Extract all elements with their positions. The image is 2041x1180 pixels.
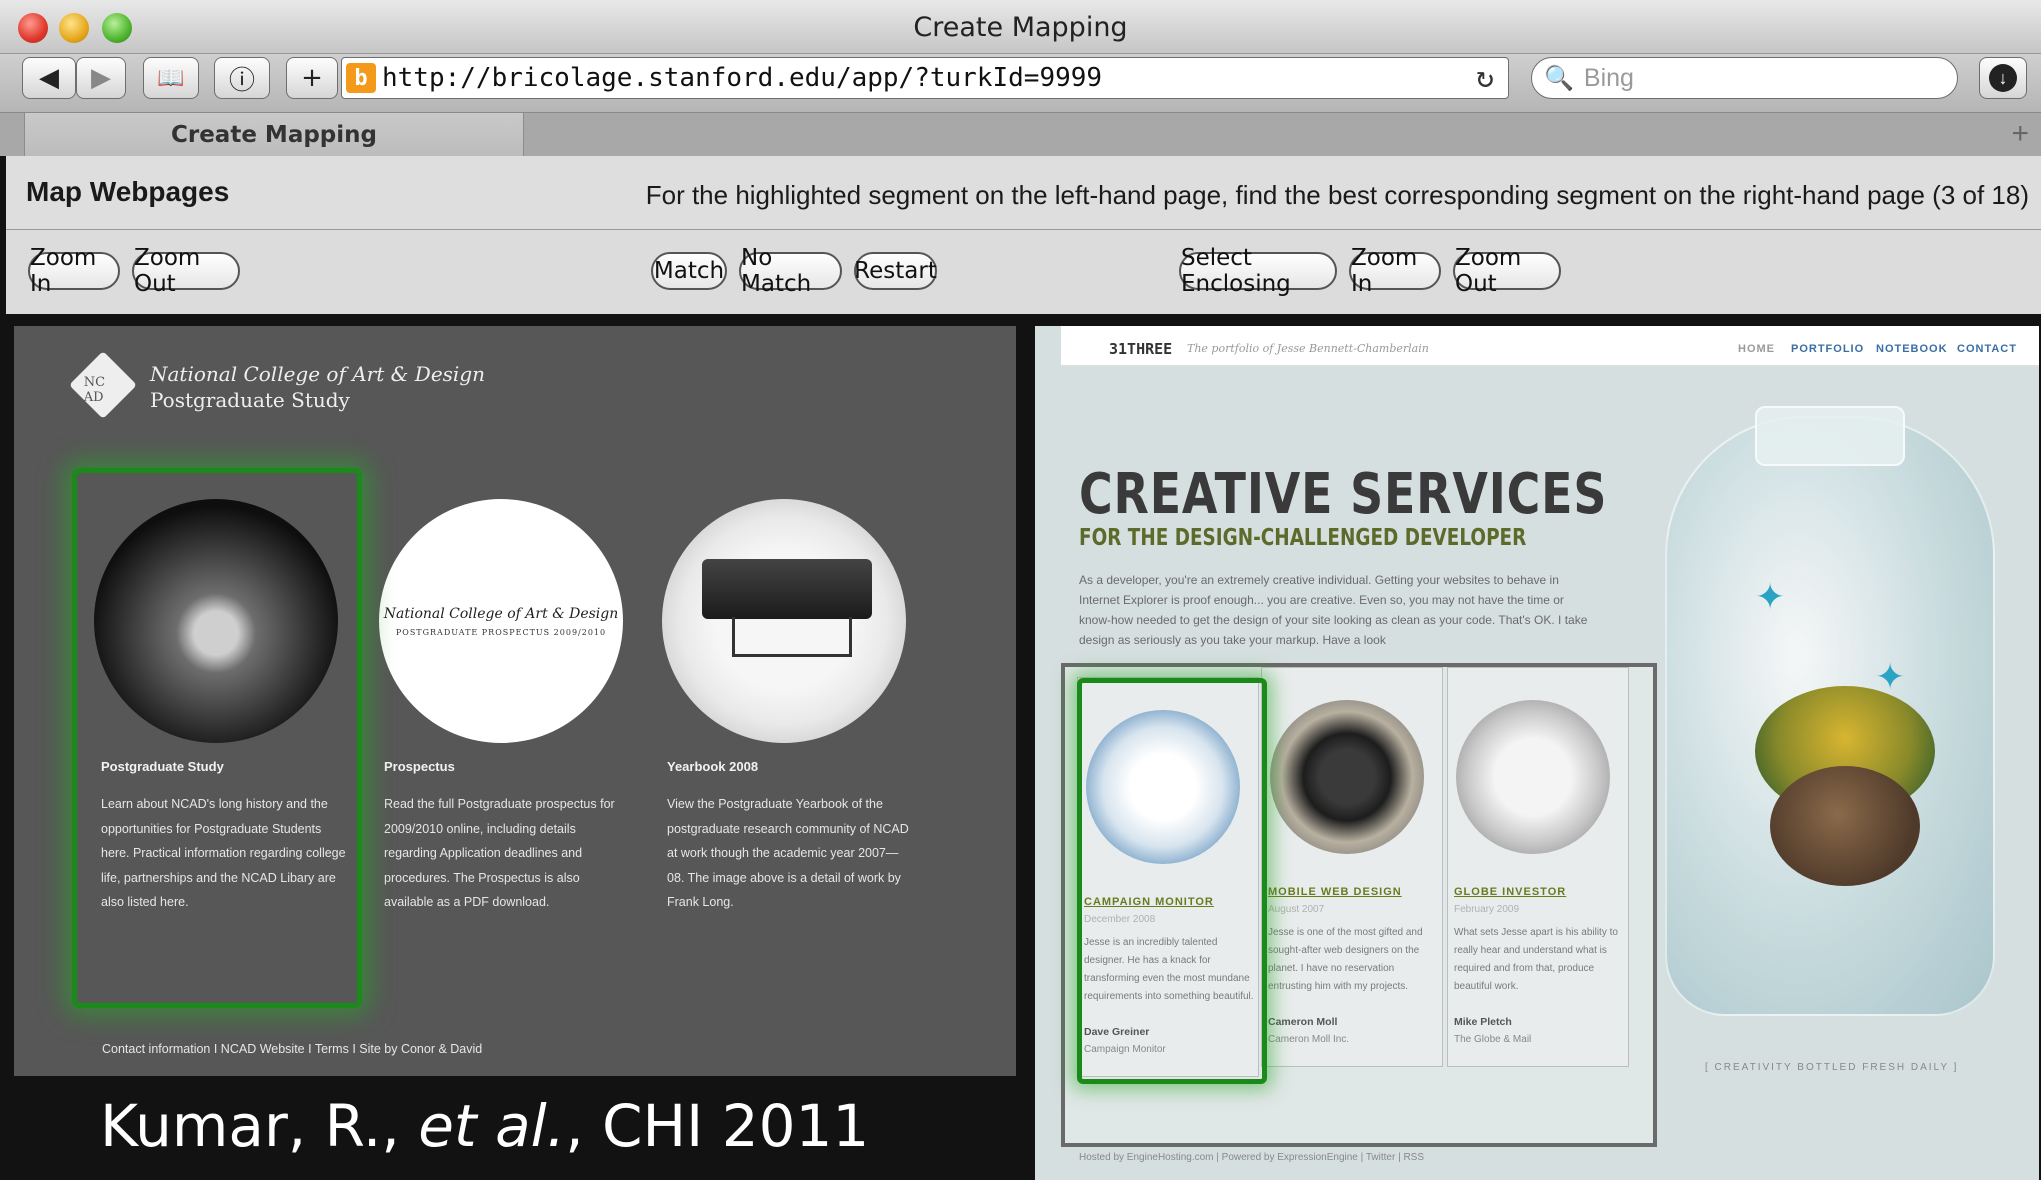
services-heading: CREATIVE SERVICES — [1079, 462, 1608, 527]
caption-italic: et al. — [418, 1092, 566, 1160]
search-icon: 🔍 — [1544, 64, 1574, 92]
card-author: Mike Pletch — [1454, 1016, 1512, 1028]
ncad-brand-name: National College of Art & Design — [150, 362, 485, 386]
card-date: August 2007 — [1268, 904, 1325, 915]
site-favicon-icon: b — [346, 63, 376, 93]
site-brand: 31THREE — [1109, 340, 1173, 358]
no-match-button[interactable]: No Match — [739, 245, 842, 297]
download-icon: ↓ — [1989, 64, 2017, 92]
testimonial-card[interactable]: MOBILE WEB DESIGN August 2007 Jesse is o… — [1261, 667, 1443, 1067]
info-button[interactable]: ⓘ — [214, 57, 270, 99]
downloads-button[interactable]: ↓ — [1979, 57, 2027, 99]
right-page-header: 31THREE The portfolio of Jesse Bennett-C… — [1061, 326, 2039, 366]
search-placeholder: Bing — [1583, 63, 1634, 92]
restart-button[interactable]: Restart — [854, 252, 937, 290]
page-title: Map Webpages — [26, 176, 230, 207]
select-enclosing-button[interactable]: Select Enclosing — [1179, 245, 1337, 297]
card-author: Cameron Moll — [1268, 1016, 1338, 1028]
card-title: MOBILE WEB DESIGN — [1268, 886, 1402, 898]
browser-toolbar: ◀ ▶ 📖 ⓘ + b http://bricolage.stanford.ed… — [0, 54, 2041, 112]
column-text: View the Postgraduate Yearbook of the po… — [667, 797, 909, 909]
title-bar: Create Mapping — [0, 0, 2041, 54]
book-icon: 📖 — [157, 65, 185, 91]
bottle-note: [ CREATIVITY BOTTLED FRESH DAILY ] — [1705, 1062, 1959, 1073]
services-subheading: FOR THE DESIGN-CHALLENGED DEVELOPER — [1079, 525, 1527, 551]
highlighted-segment-left[interactable] — [72, 468, 362, 1008]
right-page-footer: Hosted by EngineHosting.com | Powered by… — [1079, 1152, 1424, 1163]
new-tab-icon[interactable]: + — [2011, 117, 2029, 151]
butterfly-icon: ✦ — [1875, 656, 1906, 697]
rock — [1770, 766, 1920, 886]
services-intro: As a developer, you're an extremely crea… — [1079, 573, 1588, 647]
ncad-logo: NC AD — [69, 351, 137, 419]
printer-stand — [732, 617, 852, 657]
browser-window: Create Mapping ◀ ▶ 📖 ⓘ + b http://bricol… — [0, 0, 2041, 1180]
highlighted-segment-right[interactable] — [1077, 678, 1267, 1084]
search-input[interactable]: 🔍 Bing — [1531, 57, 1958, 99]
ncad-brand-sub: Postgraduate Study — [150, 388, 350, 412]
nav-home[interactable]: HOME — [1738, 343, 1775, 355]
card-date: February 2009 — [1454, 904, 1520, 915]
citation-caption: Kumar, R., et al., CHI 2011 — [100, 1092, 869, 1160]
nav-portfolio[interactable]: PORTFOLIO — [1791, 343, 1864, 355]
printer-body — [702, 559, 872, 619]
left-webpage[interactable]: NC AD National College of Art & Design P… — [14, 326, 1016, 1076]
testimonial-card[interactable]: GLOBE INVESTOR February 2009 What sets J… — [1447, 667, 1629, 1067]
card-text: What sets Jesse apart is his ability to … — [1454, 927, 1618, 992]
card-title: GLOBE INVESTOR — [1454, 886, 1567, 898]
left-zoom-out-button[interactable]: Zoom Out — [132, 245, 240, 297]
testimonials-box: CAMPAIGN MONITOR December 2008 Jesse is … — [1061, 663, 1657, 1147]
back-button[interactable]: ◀ — [22, 57, 76, 99]
forward-icon: ▶ — [91, 63, 111, 93]
column-heading: Yearbook 2008 — [667, 759, 759, 774]
left-zoom-in-button[interactable]: Zoom In — [28, 245, 120, 297]
nav-contact[interactable]: CONTACT — [1957, 343, 2017, 355]
address-bar[interactable]: b http://bricolage.stanford.edu/app/?tur… — [341, 57, 1509, 99]
back-icon: ◀ — [39, 63, 59, 93]
reload-icon[interactable]: ↻ — [1476, 60, 1494, 95]
caption-prefix: Kumar, R., — [100, 1092, 419, 1160]
right-webpage[interactable]: 31THREE The portfolio of Jesse Bennett-C… — [1035, 326, 2039, 1180]
ncad-logo-text: NC AD — [83, 374, 106, 405]
prospectus-cover-title: National College of Art & Design — [383, 605, 619, 622]
tab-create-mapping[interactable]: Create Mapping — [24, 113, 524, 157]
prospectus-cover: National College of Art & Design POSTGRA… — [379, 499, 623, 743]
tab-bar: Create Mapping + — [0, 112, 2041, 157]
column-text: Read the full Postgraduate prospectus fo… — [384, 797, 615, 909]
left-page-footer: Contact information I NCAD Website I Ter… — [102, 1042, 483, 1056]
match-button[interactable]: Match — [651, 252, 727, 290]
plus-icon: + — [301, 63, 323, 93]
column-heading: Prospectus — [384, 759, 455, 774]
bottle-neck — [1755, 406, 1905, 466]
caption-suffix: , CHI 2011 — [565, 1092, 870, 1160]
window-title: Create Mapping — [913, 12, 1128, 43]
site-tagline: The portfolio of Jesse Bennett-Chamberla… — [1187, 342, 1429, 355]
card-text: Jesse is one of the most gifted and soug… — [1268, 927, 1423, 992]
right-zoom-out-button[interactable]: Zoom Out — [1453, 245, 1561, 297]
card-image — [1270, 700, 1424, 854]
nav-notebook[interactable]: NOTEBOOK — [1876, 343, 1948, 355]
prospectus-cover-sub: POSTGRADUATE PROSPECTUS 2009/2010 — [395, 627, 607, 637]
printer-photo — [662, 499, 906, 743]
bookmarks-button[interactable]: 📖 — [143, 57, 199, 99]
butterfly-icon: ✦ — [1755, 576, 1786, 617]
instructions-text: For the highlighted segment on the left-… — [645, 180, 2029, 210]
card-org: The Globe & Mail — [1454, 1034, 1532, 1045]
app-header: Map Webpages For the highlighted segment… — [6, 156, 2041, 230]
add-bookmark-button[interactable]: + — [286, 57, 338, 99]
url-text: http://bricolage.stanford.edu/app/?turkI… — [382, 63, 1103, 93]
card-org: Cameron Moll Inc. — [1268, 1034, 1350, 1045]
control-bar: Zoom In Zoom Out Match No Match Restart … — [6, 230, 2041, 314]
forward-button[interactable]: ▶ — [76, 57, 126, 99]
card-image — [1456, 700, 1610, 854]
info-icon: ⓘ — [228, 65, 255, 96]
right-zoom-in-button[interactable]: Zoom In — [1349, 245, 1441, 297]
